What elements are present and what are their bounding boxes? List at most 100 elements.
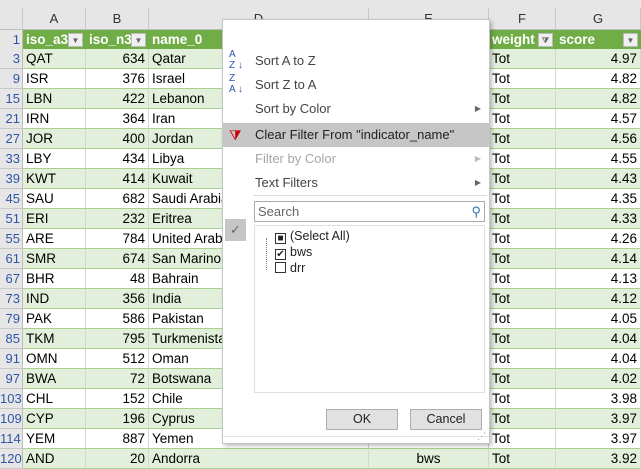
table-cell[interactable]: Andorra	[149, 449, 369, 469]
table-cell[interactable]: Tot	[489, 289, 556, 309]
table-cell[interactable]: 400	[86, 129, 149, 149]
row-header[interactable]: 55	[0, 229, 23, 249]
row-header[interactable]: 51	[0, 209, 23, 229]
table-cell[interactable]: PAK	[23, 309, 86, 329]
row-header[interactable]: 27	[0, 129, 23, 149]
table-cell[interactable]: OMN	[23, 349, 86, 369]
table-cell[interactable]: Tot	[489, 329, 556, 349]
row-header[interactable]: 85	[0, 329, 23, 349]
table-cell[interactable]: BHR	[23, 269, 86, 289]
table-cell[interactable]: 3.92	[556, 449, 641, 469]
table-cell[interactable]: SMR	[23, 249, 86, 269]
select-all-corner[interactable]	[0, 8, 23, 30]
table-cell[interactable]: Tot	[489, 189, 556, 209]
search-input[interactable]: Search ⚲	[254, 201, 485, 222]
table-cell[interactable]: Tot	[489, 169, 556, 189]
table-cell[interactable]: 586	[86, 309, 149, 329]
table-cell[interactable]: 20	[86, 449, 149, 469]
table-cell[interactable]: 4.43	[556, 169, 641, 189]
row-header[interactable]: 9	[0, 69, 23, 89]
table-cell[interactable]: Tot	[489, 209, 556, 229]
resize-grip-icon[interactable]: ⋰	[477, 431, 486, 442]
row-header-1[interactable]: 1	[0, 30, 23, 50]
table-cell[interactable]: Tot	[489, 429, 556, 449]
row-header[interactable]: 109	[0, 409, 23, 429]
table-cell[interactable]: Tot	[489, 129, 556, 149]
row-header[interactable]: 67	[0, 269, 23, 289]
row-header[interactable]: 97	[0, 369, 23, 389]
filter-dropdown-icon[interactable]: ▼	[68, 33, 83, 47]
column-header-F[interactable]: F	[489, 8, 556, 30]
filter-value-list[interactable]: ■ (Select All) ✔ bws drr	[254, 225, 485, 393]
table-cell[interactable]: Tot	[489, 389, 556, 409]
table-header-cell[interactable]: iso_a3 ▼	[23, 30, 86, 50]
table-cell[interactable]: 784	[86, 229, 149, 249]
filter-dropdown-icon[interactable]: ▼	[623, 33, 638, 47]
table-cell[interactable]: 196	[86, 409, 149, 429]
table-header-cell[interactable]: weight ⧩	[489, 30, 556, 50]
list-item-drr[interactable]: drr	[275, 260, 305, 276]
table-cell[interactable]: 4.26	[556, 229, 641, 249]
row-header[interactable]: 45	[0, 189, 23, 209]
table-cell[interactable]: 422	[86, 89, 149, 109]
checkbox-unchecked[interactable]	[275, 262, 286, 273]
table-cell[interactable]: 4.02	[556, 369, 641, 389]
table-cell[interactable]: 634	[86, 49, 149, 69]
row-header[interactable]: 91	[0, 349, 23, 369]
table-cell[interactable]: 72	[86, 369, 149, 389]
table-cell[interactable]: AND	[23, 449, 86, 469]
row-header[interactable]: 21	[0, 109, 23, 129]
table-cell[interactable]: 674	[86, 249, 149, 269]
table-cell[interactable]: 512	[86, 349, 149, 369]
table-cell[interactable]: 414	[86, 169, 149, 189]
table-cell[interactable]: 376	[86, 69, 149, 89]
table-cell[interactable]: bws	[369, 449, 489, 469]
row-header[interactable]: 120	[0, 449, 23, 469]
filter-dropdown-icon[interactable]: ▼	[131, 33, 146, 47]
sort-a-to-z-item[interactable]: AZ ↓ Sort A to Z	[223, 49, 489, 73]
table-cell[interactable]: Tot	[489, 449, 556, 469]
checkbox-checked[interactable]: ✔	[275, 249, 286, 260]
table-cell[interactable]: 232	[86, 209, 149, 229]
table-cell[interactable]: KWT	[23, 169, 86, 189]
row-header[interactable]: 61	[0, 249, 23, 269]
table-cell[interactable]: 4.56	[556, 129, 641, 149]
table-cell[interactable]: 4.12	[556, 289, 641, 309]
table-cell[interactable]: LBN	[23, 89, 86, 109]
table-cell[interactable]: IRN	[23, 109, 86, 129]
table-cell[interactable]: ARE	[23, 229, 86, 249]
table-cell[interactable]: JOR	[23, 129, 86, 149]
table-cell[interactable]: 4.97	[556, 49, 641, 69]
table-cell[interactable]: Tot	[489, 109, 556, 129]
column-header-G[interactable]: G	[556, 8, 641, 30]
table-cell[interactable]: ERI	[23, 209, 86, 229]
table-cell[interactable]: CYP	[23, 409, 86, 429]
table-cell[interactable]: TKM	[23, 329, 86, 349]
table-cell[interactable]: 4.55	[556, 149, 641, 169]
table-cell[interactable]: Tot	[489, 149, 556, 169]
table-cell[interactable]: 3.97	[556, 429, 641, 449]
table-header-cell[interactable]: score ▼	[556, 30, 641, 50]
table-cell[interactable]: 4.82	[556, 89, 641, 109]
table-cell[interactable]: Tot	[489, 309, 556, 329]
table-cell[interactable]: 4.04	[556, 349, 641, 369]
table-cell[interactable]: Tot	[489, 69, 556, 89]
row-header[interactable]: 79	[0, 309, 23, 329]
table-cell[interactable]: 4.82	[556, 69, 641, 89]
ok-button[interactable]: OK	[326, 409, 398, 430]
table-cell[interactable]: 48	[86, 269, 149, 289]
table-cell[interactable]: 4.57	[556, 109, 641, 129]
list-item-bws[interactable]: ✔ bws	[275, 244, 312, 260]
table-cell[interactable]: IND	[23, 289, 86, 309]
table-cell[interactable]: Tot	[489, 49, 556, 69]
table-cell[interactable]: BWA	[23, 369, 86, 389]
column-header-B[interactable]: B	[86, 8, 149, 30]
table-cell[interactable]: ISR	[23, 69, 86, 89]
text-filters-item[interactable]: Text Filters ▶	[223, 171, 489, 195]
table-cell[interactable]: 356	[86, 289, 149, 309]
list-item-select-all[interactable]: ■ (Select All)	[275, 228, 350, 244]
cancel-button[interactable]: Cancel	[410, 409, 482, 430]
checkbox-partial[interactable]: ■	[275, 233, 286, 244]
table-cell[interactable]: YEM	[23, 429, 86, 449]
table-cell[interactable]: SAU	[23, 189, 86, 209]
